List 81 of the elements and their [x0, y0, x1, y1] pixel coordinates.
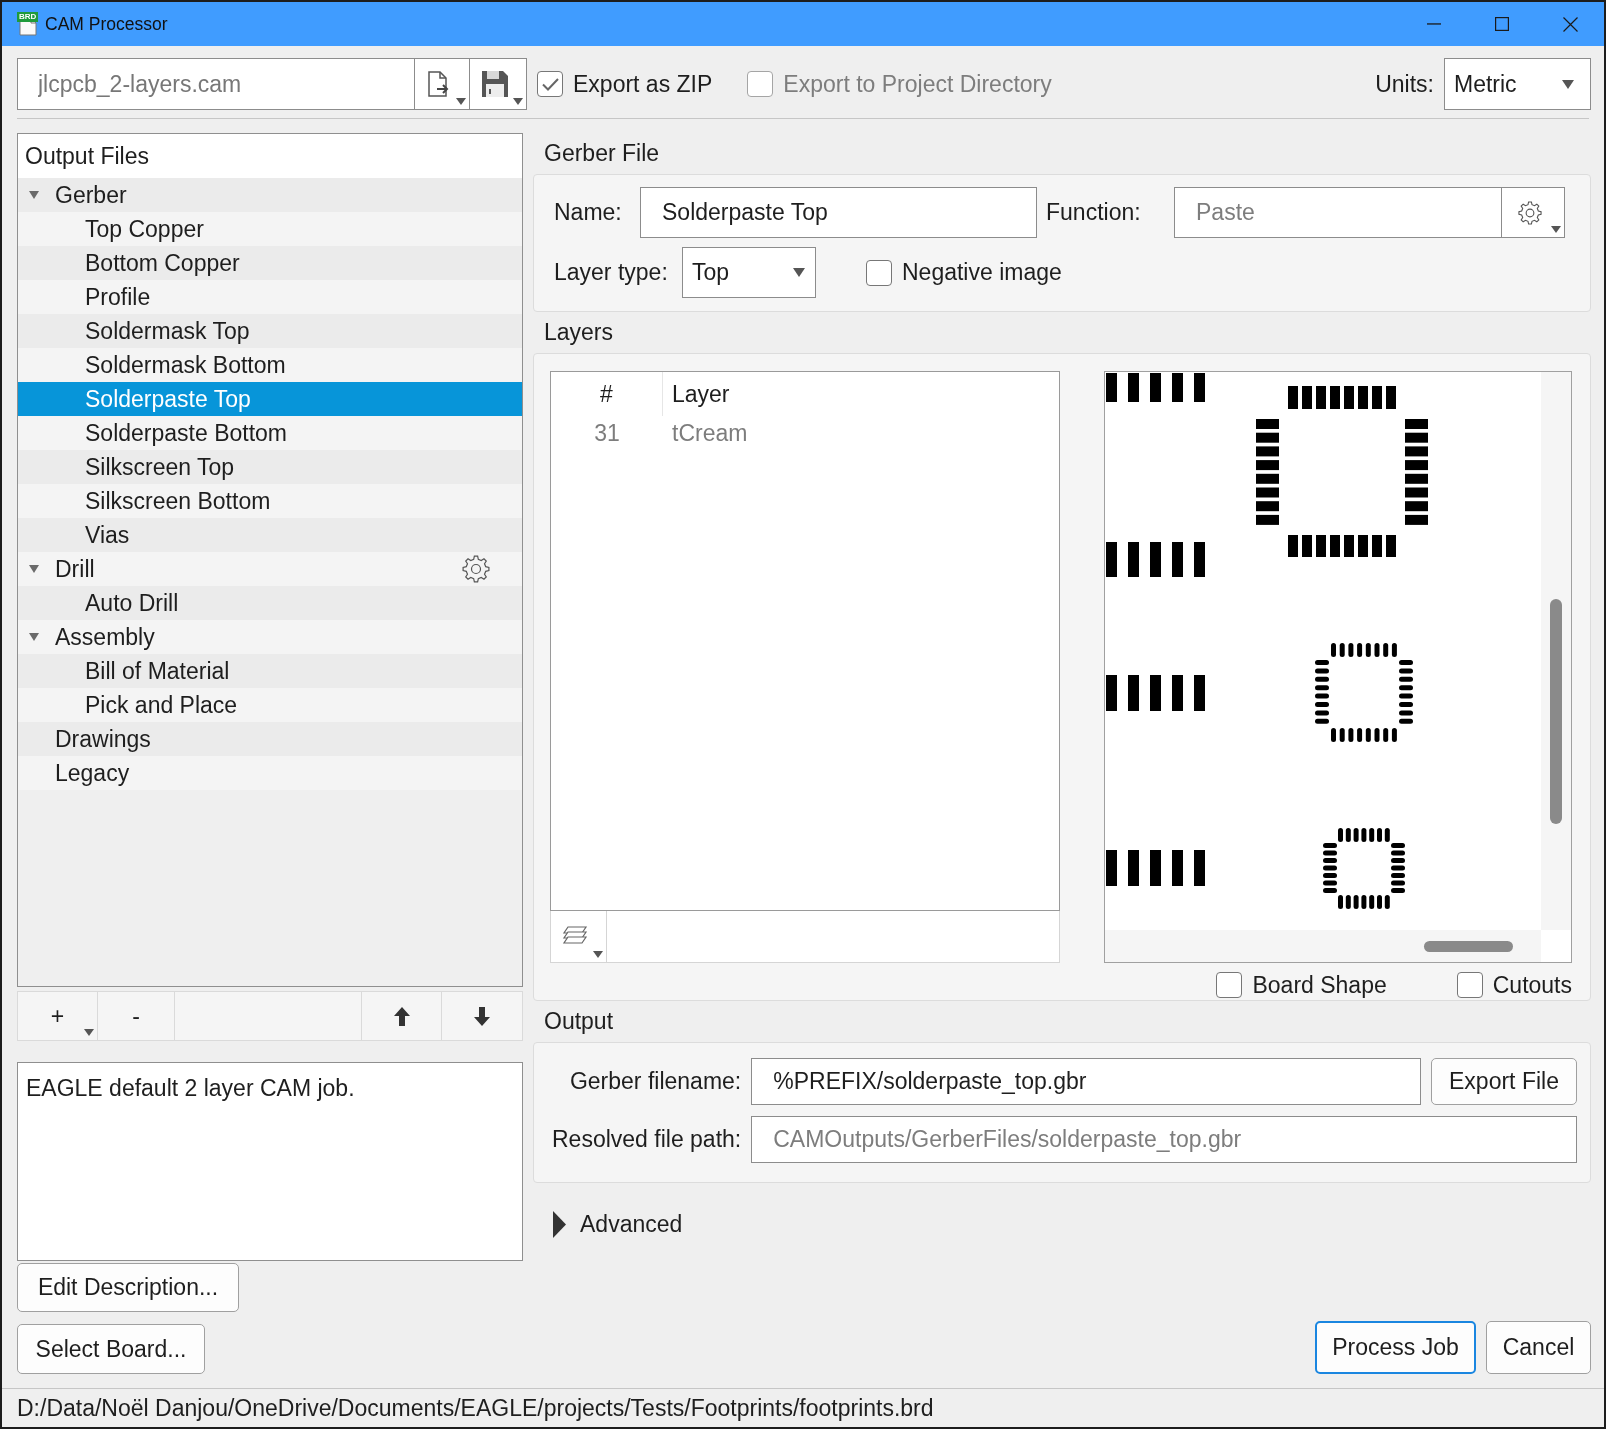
tree-item[interactable]: Top Copper	[18, 212, 522, 246]
expander-icon[interactable]	[29, 633, 39, 641]
remove-button[interactable]: -	[98, 992, 175, 1040]
tree-item[interactable]: Solderpaste Bottom	[18, 416, 522, 450]
gear-icon[interactable]	[462, 555, 490, 583]
name-field[interactable]: Solderpaste Top	[640, 187, 1037, 238]
tree-item[interactable]: Drawings	[18, 722, 522, 756]
scrollbar-track[interactable]	[1105, 930, 1541, 962]
layer-type-dropdown[interactable]: Top	[682, 247, 816, 298]
table-cell-text: 31	[593, 419, 621, 447]
scrollbar-thumb[interactable]	[1424, 941, 1513, 952]
tree-item[interactable]: Soldermask Top	[18, 314, 522, 348]
layer-type-label: Layer type:	[554, 259, 669, 286]
section-title: Output	[544, 1008, 614, 1035]
up-arrow-icon	[393, 1006, 410, 1026]
checkbox-label[interactable]: Board Shape	[1252, 971, 1387, 999]
export-file-button[interactable]: Export File	[1431, 1058, 1577, 1105]
process-job-button[interactable]: Process Job	[1315, 1321, 1476, 1374]
tree-item[interactable]: Legacy	[18, 756, 522, 790]
job-file-field[interactable]: jlcpcb_2-layers.cam	[17, 58, 415, 110]
checkbox-label[interactable]: Cutouts	[1492, 971, 1572, 999]
caret-icon	[793, 268, 805, 277]
expander-icon[interactable]	[29, 191, 39, 199]
caret-icon	[456, 98, 466, 105]
column-header[interactable]: #	[551, 372, 663, 416]
tree-item[interactable]: Gerber	[18, 178, 522, 212]
checkbox[interactable]	[1456, 972, 1483, 998]
select-board-button[interactable]: Select Board...	[17, 1324, 205, 1374]
units-dropdown[interactable]: Metric	[1444, 58, 1591, 110]
tree-item[interactable]: Auto Drill	[18, 586, 522, 620]
checkbox[interactable]	[537, 71, 563, 97]
minimize-icon	[1427, 23, 1441, 25]
tree-item[interactable]: Profile	[18, 280, 522, 314]
section-title: Gerber File	[544, 140, 660, 167]
checkbox-label[interactable]: Negative image	[902, 259, 1062, 286]
expander-icon[interactable]	[29, 565, 39, 573]
add-button[interactable]: +	[18, 992, 98, 1040]
tree-item[interactable]: Silkscreen Bottom	[18, 484, 522, 518]
tree-item[interactable]: Soldermask Bottom	[18, 348, 522, 382]
edit-description-button[interactable]: Edit Description...	[17, 1263, 239, 1312]
function-label: Function:	[1046, 199, 1142, 226]
units-label: Units:	[1375, 70, 1434, 98]
tree-item[interactable]: Vias	[18, 518, 522, 552]
column-header[interactable]: Layer	[663, 372, 730, 416]
tree-item[interactable]: Bill of Material	[18, 654, 522, 688]
window-title: CAM Processor	[45, 13, 168, 35]
brd-badge: BRD	[17, 11, 39, 22]
scrollbar-thumb[interactable]	[1550, 599, 1562, 824]
close-icon	[1562, 16, 1578, 32]
checkbox[interactable]	[1216, 972, 1243, 998]
caret-icon	[1551, 226, 1561, 233]
caret-icon	[1562, 79, 1574, 89]
resolved-path-label: Resolved file path:	[552, 1126, 742, 1153]
function-settings-button[interactable]	[1502, 187, 1565, 238]
file-path-text: D:/Data/Noël Danjou/OneDrive/Documents/EAGLE/projects/Tests/Footprints/footprints.brd	[17, 1394, 934, 1422]
name-label: Name:	[554, 199, 623, 226]
caret-icon	[513, 98, 523, 105]
tree-item[interactable]: Silkscreen Top	[18, 450, 522, 484]
maximize-icon	[1495, 17, 1509, 31]
tree-item[interactable]: Drill	[18, 552, 522, 586]
checkbox-label[interactable]: Export as ZIP	[573, 70, 713, 98]
checkbox[interactable]	[866, 259, 892, 286]
tree-item[interactable]: Bottom Copper	[18, 246, 522, 280]
table-cell-text: tCream	[671, 419, 748, 447]
caret-icon	[593, 951, 603, 958]
gear-icon	[1518, 200, 1542, 225]
gerber-filename-field[interactable]: %PREFIX/solderpaste_top.gbr	[751, 1058, 1421, 1105]
advanced-toggle[interactable]: Advanced	[553, 1204, 683, 1244]
save-job-button[interactable]	[470, 58, 527, 110]
caret-icon	[84, 1029, 94, 1036]
down-arrow-icon	[474, 1006, 490, 1026]
description-field[interactable]: EAGLE default 2 layer CAM job.	[17, 1062, 523, 1261]
resolved-path-field[interactable]: CAMOutputs/GerberFiles/solderpaste_top.gbr	[751, 1116, 1577, 1163]
tree-item[interactable]: Pick and Place	[18, 688, 522, 722]
cancel-button[interactable]: Cancel	[1486, 1321, 1591, 1374]
tree-header: Output Files	[18, 134, 522, 178]
export-job-button[interactable]	[415, 58, 470, 110]
gerber-filename-label: Gerber filename:	[569, 1068, 742, 1095]
section-title: Layers	[544, 319, 614, 346]
tree-item[interactable]: Assembly	[18, 620, 522, 654]
checkmark-icon	[541, 77, 559, 91]
